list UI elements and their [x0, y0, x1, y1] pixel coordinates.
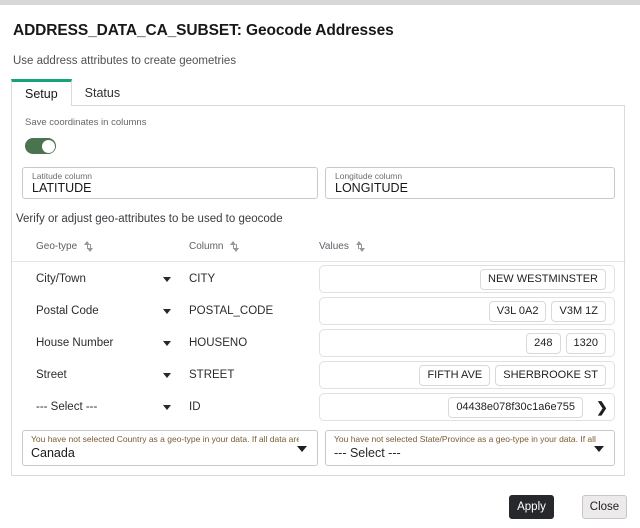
state-province-select-value: --- Select ---	[334, 446, 401, 460]
column-header-values-label: Values	[319, 241, 349, 252]
chevron-down-icon[interactable]	[163, 373, 171, 378]
page-content: ADDRESS_DATA_CA_SUBSET: Geocode Addresse…	[0, 5, 640, 528]
tab-setup[interactable]: Setup	[11, 79, 72, 106]
latitude-column-value: LATITUDE	[32, 181, 92, 195]
value-chip: V3M 1Z	[551, 301, 606, 322]
geo-type-select-value: House Number	[36, 337, 113, 349]
longitude-column-field[interactable]: Longitude column LONGITUDE	[325, 167, 615, 199]
values-cell[interactable]: FIFTH AVESHERBROOKE ST	[319, 361, 615, 389]
sort-updown-icon[interactable]	[356, 241, 365, 252]
chevron-right-icon[interactable]: ❯	[594, 400, 610, 414]
value-chip: FIFTH AVE	[419, 365, 490, 386]
geo-type-select[interactable]: City/Town	[36, 263, 171, 295]
value-chip: 04438e078f30c1a6e755	[448, 397, 583, 418]
values-cell[interactable]: V3L 0A2V3M 1Z	[319, 297, 615, 325]
table-row: Street STREET FIFTH AVESHERBROOKE ST	[12, 359, 626, 391]
longitude-column-value: LONGITUDE	[335, 181, 408, 195]
sort-updown-icon[interactable]	[84, 241, 93, 252]
longitude-column-label: Longitude column	[335, 171, 402, 181]
column-name-cell: POSTAL_CODE	[189, 295, 273, 327]
geo-type-select-value: --- Select ---	[36, 401, 97, 413]
close-button[interactable]: Close	[582, 495, 627, 519]
state-province-select-label: You have not selected State/Province as …	[334, 434, 596, 444]
table-header-row: Geo-type Column Values	[12, 240, 626, 262]
column-header-geo-type-label: Geo-type	[36, 241, 77, 252]
state-province-select[interactable]: You have not selected State/Province as …	[325, 430, 615, 466]
chevron-down-icon[interactable]	[163, 277, 171, 282]
geo-type-select[interactable]: Postal Code	[36, 295, 171, 327]
value-chip: 1320	[566, 333, 606, 354]
column-header-geo-type[interactable]: Geo-type	[36, 241, 93, 252]
values-cell[interactable]: 248 1320	[319, 329, 615, 357]
page-title: ADDRESS_DATA_CA_SUBSET: Geocode Addresse…	[13, 22, 394, 40]
chevron-down-icon[interactable]	[297, 446, 307, 452]
table-row: --- Select --- ID 04438e078f30c1a6e755 ❯	[12, 391, 626, 423]
column-header-values[interactable]: Values	[319, 241, 365, 252]
dialog-footer: Apply Close	[0, 483, 640, 528]
country-select[interactable]: You have not selected Country as a geo-t…	[22, 430, 318, 466]
value-chip: V3L 0A2	[489, 301, 547, 322]
table-row: House Number HOUSENO 248 1320	[12, 327, 626, 359]
verify-instruction: Verify or adjust geo-attributes to be us…	[16, 213, 283, 225]
tab-bar: Setup Status	[11, 79, 133, 106]
latitude-column-field[interactable]: Latitude column LATITUDE	[22, 167, 318, 199]
geo-type-select[interactable]: House Number	[36, 327, 171, 359]
toggle-knob	[42, 140, 55, 153]
chevron-down-icon[interactable]	[163, 309, 171, 314]
apply-button[interactable]: Apply	[509, 495, 554, 519]
geo-type-select[interactable]: Street	[36, 359, 171, 391]
geo-type-select-value: Street	[36, 369, 67, 381]
geo-type-select-value: City/Town	[36, 273, 86, 285]
chevron-down-icon[interactable]	[594, 446, 604, 452]
save-coordinates-toggle[interactable]	[25, 138, 56, 154]
save-coordinates-label: Save coordinates in columns	[25, 117, 146, 128]
tab-status[interactable]: Status	[72, 79, 133, 106]
geo-type-select-value: Postal Code	[36, 305, 99, 317]
chevron-down-icon[interactable]	[163, 341, 171, 346]
column-name-cell: ID	[189, 391, 201, 423]
value-chip: 248	[526, 333, 560, 354]
app-window: ADDRESS_DATA_CA_SUBSET: Geocode Addresse…	[0, 0, 640, 528]
value-chip: SHERBROOKE ST	[495, 365, 606, 386]
geo-type-select[interactable]: --- Select ---	[36, 391, 171, 423]
table-row: City/Town CITY NEW WESTMINSTER	[12, 263, 626, 295]
values-cell[interactable]: 04438e078f30c1a6e755 ❯	[319, 393, 615, 421]
latitude-column-label: Latitude column	[32, 171, 92, 181]
chevron-down-icon[interactable]	[163, 405, 171, 410]
country-select-label: You have not selected Country as a geo-t…	[31, 434, 299, 444]
table-row: Postal Code POSTAL_CODE V3L 0A2V3M 1Z	[12, 295, 626, 327]
column-name-cell: STREET	[189, 359, 234, 391]
sort-updown-icon[interactable]	[230, 241, 239, 252]
column-header-column[interactable]: Column	[189, 241, 239, 252]
page-subtitle: Use address attributes to create geometr…	[13, 55, 236, 67]
country-select-value: Canada	[31, 446, 75, 460]
value-chip: NEW WESTMINSTER	[480, 269, 606, 290]
values-cell[interactable]: NEW WESTMINSTER	[319, 265, 615, 293]
column-name-cell: CITY	[189, 263, 215, 295]
setup-panel: Save coordinates in columns Latitude col…	[11, 105, 625, 476]
column-name-cell: HOUSENO	[189, 327, 247, 359]
column-header-column-label: Column	[189, 241, 223, 252]
